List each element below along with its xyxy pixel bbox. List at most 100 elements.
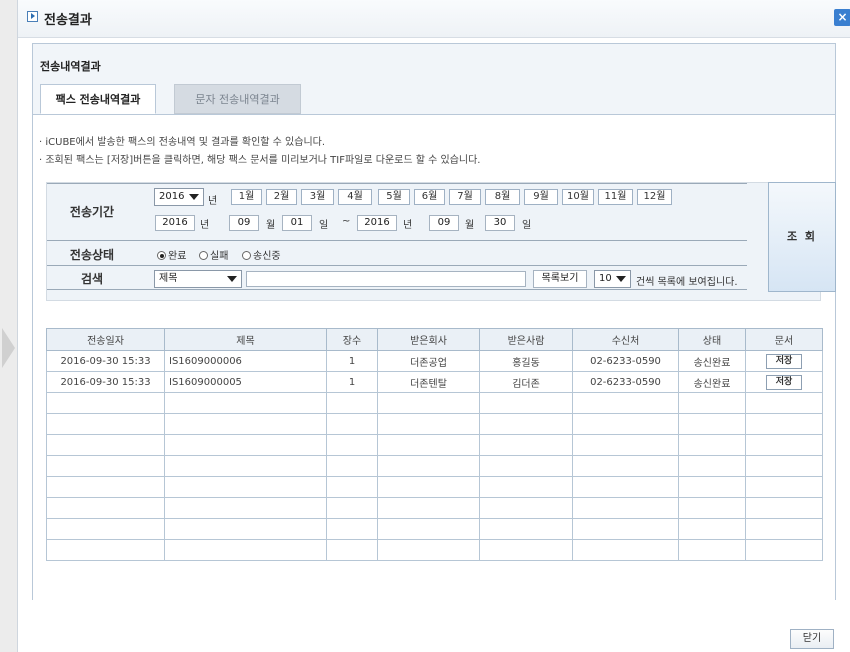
range-tilde: ~: [342, 216, 351, 227]
empty-cell: [678, 413, 746, 435]
month-button[interactable]: 4월: [338, 189, 372, 205]
cell-status: 송신완료: [678, 350, 746, 372]
empty-cell: [164, 539, 327, 561]
save-button[interactable]: 저장: [766, 374, 802, 390]
month-button[interactable]: 9월: [524, 189, 558, 205]
empty-cell: [164, 497, 327, 519]
empty-cell: [572, 392, 679, 414]
month-button[interactable]: 11월: [598, 189, 633, 205]
month-button[interactable]: 2월: [266, 189, 297, 205]
empty-cell: [572, 539, 679, 561]
to-day-unit: 일: [522, 220, 532, 231]
result-panel: 전송내역결과 팩스 전송내역결과 문자 전송내역결과 · iCUBE에서 발송한…: [32, 43, 836, 600]
month-button[interactable]: 1월: [231, 189, 262, 205]
table-row[interactable]: 2016-09-30 15:33 IS1609000005 1 더존텐탈 김더존…: [46, 371, 823, 393]
tab-sms-result[interactable]: 문자 전송내역결과: [174, 84, 301, 114]
to-year-input[interactable]: 2016: [357, 215, 397, 231]
empty-cell: [479, 455, 573, 477]
column-header: 장수: [326, 328, 378, 351]
empty-cell: [46, 434, 165, 456]
status-radio-complete[interactable]: 완료: [157, 247, 186, 262]
tab-fax-result[interactable]: 팩스 전송내역결과: [40, 84, 156, 114]
empty-cell: [326, 476, 378, 498]
prev-arrow-icon: [2, 328, 15, 368]
search-field-select[interactable]: 제목: [154, 270, 242, 288]
from-month-input[interactable]: 09: [229, 215, 259, 231]
from-year-input[interactable]: 2016: [155, 215, 195, 231]
keyword-input[interactable]: [246, 271, 526, 287]
year-select-value: 2016: [159, 191, 185, 202]
from-day-input[interactable]: 01: [282, 215, 312, 231]
year-select[interactable]: 2016: [154, 188, 204, 206]
section-title: 전송내역결과: [40, 60, 101, 73]
popup-titlebar: 전송결과 ×: [18, 0, 850, 38]
page-size-value: 10: [599, 273, 612, 284]
empty-cell: [46, 518, 165, 540]
month-button[interactable]: 10월: [562, 189, 594, 205]
empty-table-row: [46, 518, 823, 540]
cell-pages: 1: [326, 350, 378, 372]
empty-cell: [326, 392, 378, 414]
empty-cell: [572, 476, 679, 498]
page-size-select[interactable]: 10: [594, 270, 631, 288]
empty-cell: [377, 413, 480, 435]
status-radio-sending[interactable]: 송신중: [242, 247, 281, 262]
play-icon: [27, 11, 38, 22]
radio-checked-icon: [157, 251, 166, 260]
to-month-input[interactable]: 09: [429, 215, 459, 231]
result-popup: 전송결과 × 전송내역결과 팩스 전송내역결과 문자 전송내역결과 · iCUB…: [17, 0, 850, 652]
column-header: 제목: [164, 328, 327, 351]
cell-company: 더존텐탈: [377, 371, 480, 393]
save-button[interactable]: 저장: [766, 353, 802, 369]
radio-label: 송신중: [253, 251, 281, 262]
empty-cell: [326, 518, 378, 540]
empty-cell: [46, 392, 165, 414]
empty-cell: [678, 476, 746, 498]
cell-title: IS1609000005: [164, 371, 327, 393]
empty-cell: [572, 455, 679, 477]
keyword-label: 검색: [80, 272, 104, 286]
to-month-unit: 월: [465, 220, 475, 231]
status-radio-failed[interactable]: 실패: [199, 247, 228, 262]
month-button[interactable]: 5월: [378, 189, 410, 205]
cell-pages: 1: [326, 371, 378, 393]
empty-cell: [326, 434, 378, 456]
cell-doc: 저장: [745, 371, 823, 393]
empty-cell: [326, 413, 378, 435]
status-label: 전송상태: [69, 248, 115, 262]
empty-cell: [479, 539, 573, 561]
notice-line: · iCUBE에서 발송한 팩스의 전송내역 및 결과를 확인할 수 있습니다.: [39, 137, 326, 148]
empty-cell: [326, 497, 378, 519]
chevron-down-icon: [227, 276, 237, 282]
empty-cell: [377, 434, 480, 456]
cell-person: 김더존: [479, 371, 573, 393]
empty-cell: [678, 497, 746, 519]
list-view-button[interactable]: 목록보기: [533, 270, 587, 288]
month-button[interactable]: 8월: [485, 189, 520, 205]
close-icon[interactable]: ×: [834, 9, 850, 26]
empty-cell: [164, 392, 327, 414]
radio-label: 실패: [210, 251, 229, 262]
empty-table-row: [46, 434, 823, 456]
empty-cell: [479, 392, 573, 414]
month-button[interactable]: 7월: [449, 189, 481, 205]
cell-fax: 02-6233-0590: [572, 371, 679, 393]
empty-cell: [377, 392, 480, 414]
month-button[interactable]: 6월: [414, 189, 445, 205]
close-button[interactable]: 닫기: [790, 629, 834, 649]
column-header: 상태: [678, 328, 746, 351]
empty-cell: [678, 392, 746, 414]
empty-cell: [377, 476, 480, 498]
table-row[interactable]: 2016-09-30 15:33 IS1609000006 1 더존공업 홍길동…: [46, 350, 823, 372]
empty-table-row: [46, 476, 823, 498]
month-button[interactable]: 12월: [637, 189, 672, 205]
from-year-unit: 년: [200, 220, 210, 231]
year-unit: 년: [208, 196, 218, 207]
to-day-input[interactable]: 30: [485, 215, 515, 231]
query-button[interactable]: 조 회: [768, 182, 836, 292]
month-button[interactable]: 3월: [301, 189, 334, 205]
empty-cell: [479, 434, 573, 456]
divider: [47, 183, 747, 184]
chevron-down-icon: [189, 194, 199, 200]
column-header: 받은회사: [377, 328, 480, 351]
